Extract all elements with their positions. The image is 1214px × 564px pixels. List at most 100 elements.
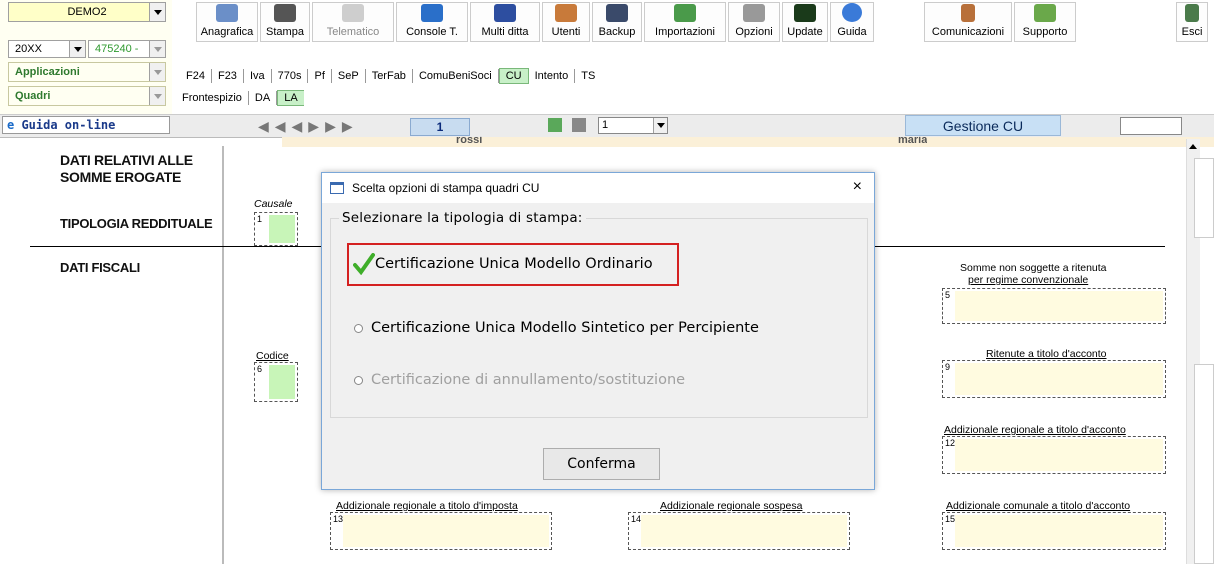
supporto-button[interactable]: Supporto	[1014, 2, 1076, 42]
f5-field[interactable]: 5	[942, 288, 1166, 324]
year-select[interactable]: 20XX	[8, 40, 86, 58]
f9-input[interactable]	[955, 363, 1163, 395]
f12-label: Addizionale regionale a titolo d'acconto	[944, 424, 1126, 436]
conferma-button[interactable]: Conferma	[543, 448, 660, 480]
chevron-down-icon[interactable]	[653, 118, 667, 133]
tab-770s[interactable]: 770s	[272, 69, 309, 83]
codice-input[interactable]	[269, 365, 295, 399]
tab-terfab[interactable]: TerFab	[366, 69, 413, 83]
tab-intento[interactable]: Intento	[529, 69, 576, 83]
radio-sintetico[interactable]	[354, 323, 363, 333]
anagrafica-icon	[216, 4, 238, 22]
f12-input[interactable]	[955, 439, 1163, 471]
applicazioni-select[interactable]: Applicazioni	[8, 62, 166, 82]
codice-field[interactable]: 6	[254, 362, 298, 402]
anagrafica-button[interactable]: Anagrafica	[196, 2, 258, 42]
f14-field[interactable]: 14	[628, 512, 850, 550]
f5-label-1: Somme non soggette a ritenuta	[960, 262, 1107, 274]
f5-num: 5	[945, 290, 951, 300]
section-input[interactable]	[1120, 117, 1182, 135]
delete-copy-icon[interactable]	[572, 118, 586, 132]
opzioni-button[interactable]: Opzioni	[728, 2, 780, 42]
chevron-down-icon[interactable]	[69, 41, 85, 57]
multiditta-button[interactable]: Multi ditta	[470, 2, 540, 42]
tab-iva[interactable]: Iva	[244, 69, 272, 83]
tab-da[interactable]: DA	[249, 91, 278, 105]
f15-input[interactable]	[955, 515, 1163, 547]
telematico-button[interactable]: Telematico	[312, 2, 394, 42]
comunicazioni-icon	[961, 4, 975, 22]
console-button[interactable]: Console T.	[396, 2, 468, 42]
side-panel-bottom	[1194, 364, 1214, 564]
importazioni-button[interactable]: Importazioni	[644, 2, 726, 42]
import-icon	[674, 4, 696, 22]
f14-input[interactable]	[641, 515, 847, 547]
tab-pf[interactable]: Pf	[308, 69, 332, 83]
guida-online-button[interactable]: e Guida on-line	[2, 116, 170, 134]
causale-field[interactable]: 1	[254, 212, 298, 246]
option-ordinario[interactable]: Certificazione Unica Modello Ordinario	[353, 253, 653, 275]
tab-sep[interactable]: SeP	[332, 69, 366, 83]
scroll-up-icon[interactable]	[1189, 144, 1197, 149]
tab-comubenisoci[interactable]: ComuBeniSoci	[413, 69, 499, 83]
copy-value: 1	[602, 119, 609, 131]
f5-input[interactable]	[955, 291, 1163, 321]
group-label: Selezionare la tipologia di stampa:	[339, 210, 586, 226]
causale-input[interactable]	[269, 215, 295, 243]
copy-select[interactable]: 1	[598, 117, 668, 134]
f15-field[interactable]: 15	[942, 512, 1166, 550]
tab-f23[interactable]: F23	[212, 69, 244, 83]
comunicazioni-button[interactable]: Comunicazioni	[924, 2, 1012, 42]
backup-button[interactable]: Backup	[592, 2, 642, 42]
utenti-button[interactable]: Utenti	[542, 2, 590, 42]
f15-num: 15	[945, 514, 956, 524]
option-ordinario-label: Certificazione Unica Modello Ordinario	[375, 256, 653, 272]
option-annullamento[interactable]: Certificazione di annullamento/sostituzi…	[354, 372, 685, 388]
codice-num: 6	[257, 364, 263, 374]
f13-input[interactable]	[343, 515, 549, 547]
radio-annullamento[interactable]	[354, 375, 363, 385]
guida-button[interactable]: Guida	[830, 2, 874, 42]
tab-frontespizio[interactable]: Frontespizio	[176, 91, 249, 105]
chevron-down-icon[interactable]	[149, 87, 165, 105]
wrench-icon	[743, 4, 765, 22]
causale-num: 1	[257, 214, 263, 224]
dialog-title: Scelta opzioni di stampa quadri CU	[352, 181, 540, 195]
code-select[interactable]: 475240 -	[88, 40, 166, 58]
update-button[interactable]: Update	[782, 2, 828, 42]
chevron-down-icon[interactable]	[149, 63, 165, 81]
chevron-down-icon[interactable]	[149, 41, 165, 57]
f5-label-2: per regime convenzionale	[968, 274, 1089, 286]
quadri-select[interactable]: Quadri	[8, 86, 166, 106]
tab-la[interactable]: LA	[277, 90, 304, 106]
add-copy-icon[interactable]	[548, 118, 562, 132]
behind-surname: maria	[898, 136, 928, 144]
close-icon[interactable]: ×	[853, 178, 862, 196]
header-band	[282, 137, 1214, 147]
exit-icon	[1185, 4, 1199, 22]
stampa-button[interactable]: Stampa	[260, 2, 310, 42]
opzioni-label: Opzioni	[735, 26, 773, 38]
record-nav-icons[interactable]: ◀◀◀▶▶▶	[258, 118, 359, 135]
ie-icon: e	[7, 118, 22, 132]
tab-f24[interactable]: F24	[180, 69, 212, 83]
causale-label: Causale	[254, 198, 293, 210]
guida-label: Guida	[837, 26, 867, 38]
f12-field[interactable]: 12	[942, 436, 1166, 474]
company-select[interactable]: DEMO2	[8, 2, 166, 22]
option-sintetico-label: Certificazione Unica Modello Sintetico p…	[371, 320, 759, 336]
comunicazioni-label: Comunicazioni	[931, 26, 1005, 38]
tab-ts[interactable]: TS	[575, 69, 601, 83]
chevron-down-icon[interactable]	[149, 3, 165, 21]
section-title: Gestione CU	[905, 115, 1061, 136]
help-icon	[842, 3, 862, 22]
f9-field[interactable]: 9	[942, 360, 1166, 398]
esci-button[interactable]: Esci	[1176, 2, 1208, 42]
tab-cu[interactable]: CU	[498, 68, 529, 84]
f13-field[interactable]: 13	[330, 512, 552, 550]
option-sintetico[interactable]: Certificazione Unica Modello Sintetico p…	[354, 320, 759, 336]
update-label: Update	[787, 26, 823, 38]
option-annullamento-label: Certificazione di annullamento/sostituzi…	[371, 372, 686, 388]
update-icon	[794, 4, 816, 22]
page-number[interactable]: 1	[410, 118, 470, 136]
